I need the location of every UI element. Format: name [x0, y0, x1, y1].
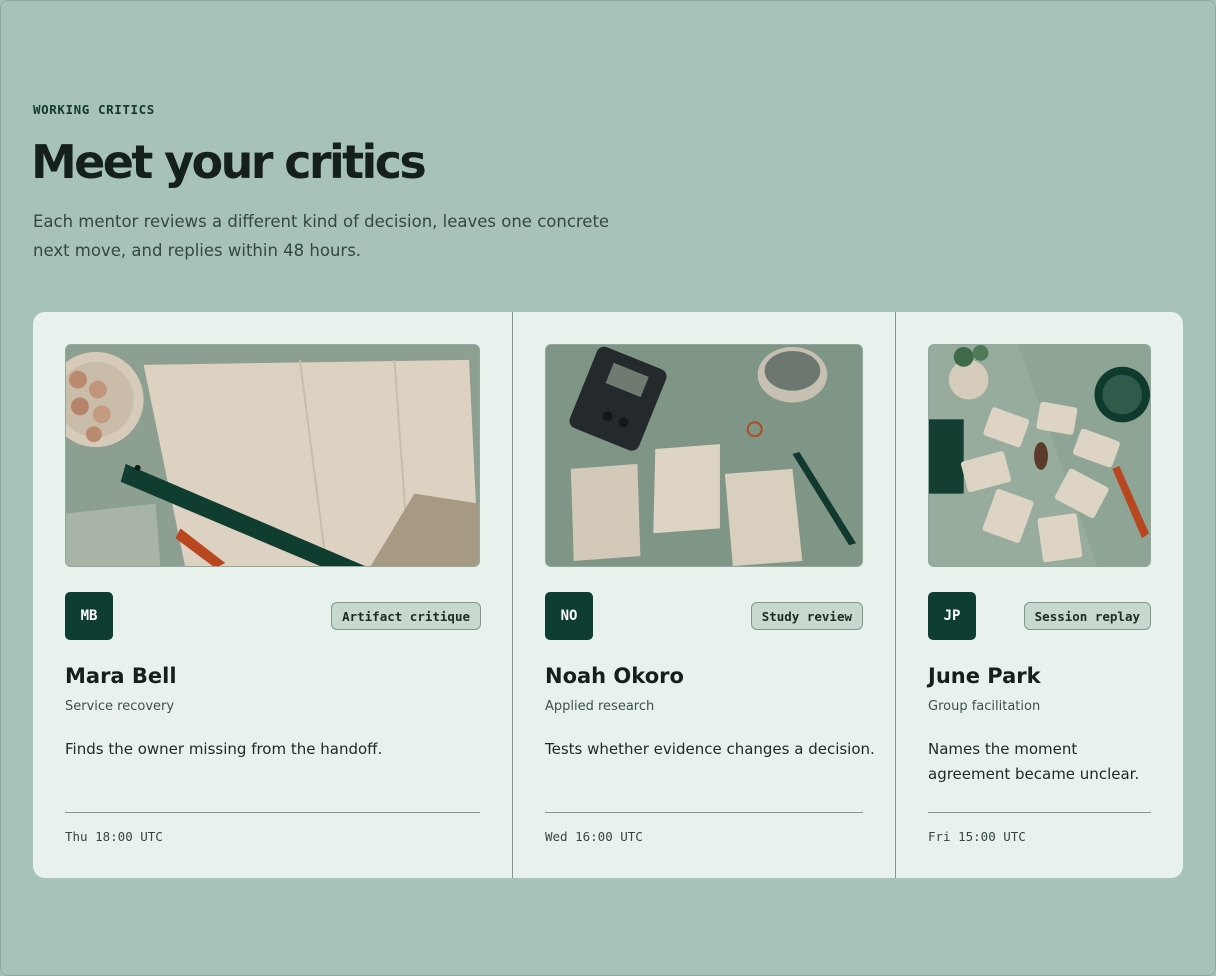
critic-description: Tests whether evidence changes a decisio… [545, 740, 875, 758]
session-time: Thu 18:00 UTC [65, 829, 163, 844]
critic-description: Finds the owner missing from the handoff… [65, 740, 383, 758]
critic-card-noah-okoro[interactable]: NO Study review Noah Okoro Applied resea… [512, 312, 895, 878]
divider [545, 812, 863, 813]
critic-card-june-park[interactable]: JP Session replay June Park Group facili… [895, 312, 1183, 878]
critique-type-badge: Artifact critique [331, 602, 481, 630]
intro-text: Each mentor reviews a different kind of … [33, 212, 610, 260]
critic-name: June Park [928, 664, 1041, 688]
critic-description: Names the moment agreement became unclea… [928, 740, 1140, 783]
avatar: NO [545, 592, 593, 640]
session-time: Fri 15:00 UTC [928, 829, 1026, 844]
critic-name: Mara Bell [65, 664, 177, 688]
critic-card-mara-bell[interactable]: MB Artifact critique Mara Bell Service r… [33, 312, 512, 878]
divider [65, 812, 480, 813]
critic-role: Service recovery [65, 699, 175, 714]
critique-type-badge: Session replay [1023, 602, 1151, 630]
critic-photo [65, 344, 480, 567]
critic-photo [545, 344, 863, 567]
critic-name: Noah Okoro [545, 664, 684, 688]
divider [928, 812, 1151, 813]
session-time: Wed 16:00 UTC [545, 829, 643, 844]
section-eyebrow: WORKING CRITICS [33, 102, 155, 117]
critic-photo [928, 344, 1151, 567]
avatar: JP [928, 592, 976, 640]
page-title: Meet your critics [31, 135, 427, 189]
critique-type-badge: Study review [750, 602, 863, 630]
avatar: MB [65, 592, 113, 640]
critic-role: Applied research [545, 699, 655, 714]
critic-role: Group facilitation [928, 699, 1041, 714]
critics-panel: MB Artifact critique Mara Bell Service r… [33, 312, 1183, 878]
